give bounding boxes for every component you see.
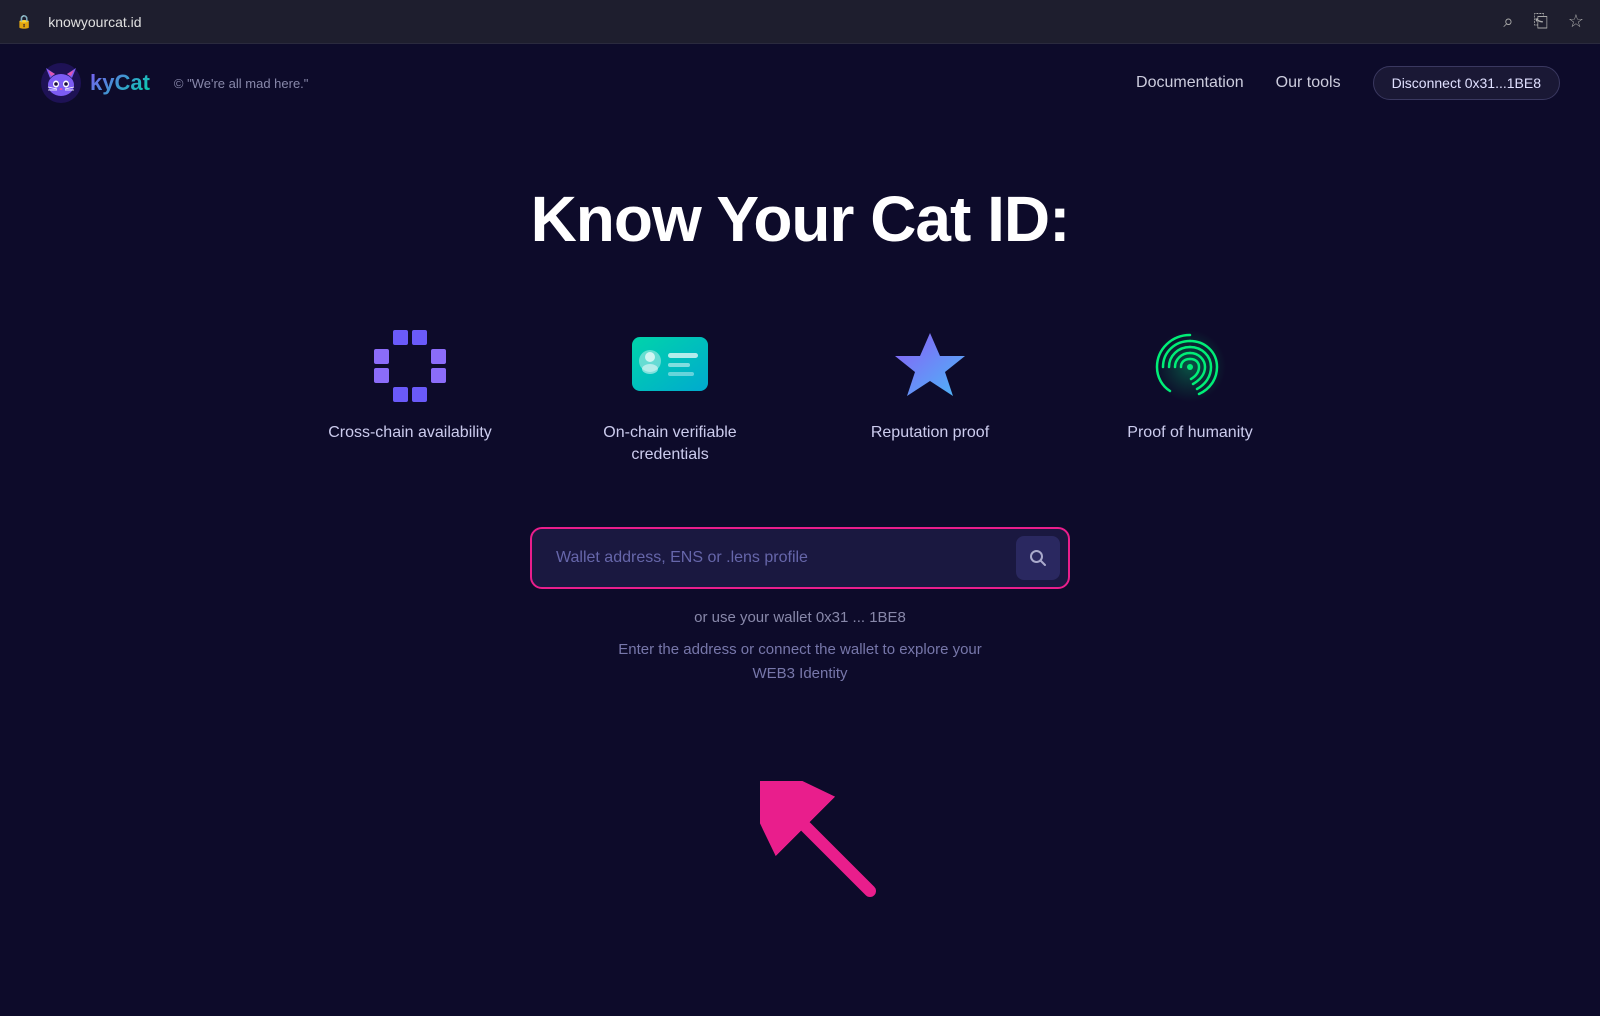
onchain-cred-icon — [630, 335, 710, 393]
grid-cell — [412, 387, 427, 402]
hero-title: Know Your Cat ID: — [531, 182, 1070, 256]
browser-chrome: 🔒 knowyourcat.id ⌕ ⎗ ☆ — [0, 0, 1600, 44]
humanity-icon — [1153, 329, 1227, 403]
browser-search-icon[interactable]: ⌕ — [1503, 11, 1513, 32]
grid-cell — [431, 349, 446, 364]
nav-tagline: © "We're all mad here." — [174, 76, 309, 91]
arrow-icon — [760, 781, 890, 911]
our-tools-link[interactable]: Our tools — [1276, 74, 1341, 92]
grid-cell — [374, 330, 389, 345]
grid-cell — [431, 387, 446, 402]
reputation-label: Reputation proof — [871, 422, 989, 444]
grid-cell — [412, 349, 427, 364]
disconnect-button[interactable]: Disconnect 0x31...1BE8 — [1373, 66, 1560, 100]
logo-area: kyCat © "We're all mad here." — [40, 62, 308, 104]
wallet-hint: or use your wallet 0x31 ... 1BE8 — [694, 609, 906, 626]
cross-chain-label: Cross-chain availability — [328, 422, 492, 444]
logo-text: kyCat — [90, 70, 150, 96]
feature-humanity: Proof of humanity — [1100, 326, 1280, 444]
grid-cell — [374, 387, 389, 402]
search-button[interactable] — [1016, 536, 1060, 580]
onchain-cred-icon-wrap — [630, 326, 710, 406]
grid-cell — [412, 330, 427, 345]
site-content: kyCat © "We're all mad here." Documentat… — [0, 44, 1600, 1016]
documentation-link[interactable]: Documentation — [1136, 74, 1244, 92]
reputation-icon — [891, 328, 969, 404]
main-content: Know Your Cat ID: — [0, 122, 1600, 686]
browser-bookmark-icon[interactable]: ☆ — [1568, 11, 1584, 32]
grid-cell — [393, 368, 408, 383]
grid-cell — [393, 387, 408, 402]
wallet-hint-text: or use your wallet 0x31 ... 1BE8 — [694, 609, 906, 626]
search-input[interactable] — [530, 527, 1070, 589]
lock-icon: 🔒 — [16, 14, 32, 30]
cross-chain-icon — [374, 330, 446, 402]
logo-icon — [40, 62, 82, 104]
nav-links: Documentation Our tools Disconnect 0x31.… — [1136, 66, 1560, 100]
reputation-icon-wrap — [890, 326, 970, 406]
feature-reputation: Reputation proof — [840, 326, 1020, 444]
humanity-icon-wrap — [1150, 326, 1230, 406]
grid-cell — [374, 368, 389, 383]
grid-cell — [393, 330, 408, 345]
onchain-cred-label: On-chain verifiable credentials — [580, 422, 760, 467]
grid-cell — [393, 349, 408, 364]
navbar: kyCat © "We're all mad here." Documentat… — [0, 44, 1600, 122]
features-row: Cross-chain availability — [320, 326, 1280, 467]
feature-cross-chain: Cross-chain availability — [320, 326, 500, 444]
grid-cell — [412, 368, 427, 383]
arrow-container — [760, 781, 890, 916]
browser-share-icon[interactable]: ⎗ — [1533, 11, 1547, 32]
search-icon — [1028, 548, 1048, 568]
search-container — [530, 527, 1070, 589]
browser-url: knowyourcat.id — [48, 14, 141, 30]
grid-cell — [431, 330, 446, 345]
grid-cell — [431, 368, 446, 383]
browser-actions: ⌕ ⎗ ☆ — [1503, 11, 1584, 32]
humanity-label: Proof of humanity — [1127, 422, 1252, 444]
cross-chain-icon-wrap — [370, 326, 450, 406]
grid-cell — [374, 349, 389, 364]
instruction-text: Enter the address or connect the wallet … — [610, 638, 990, 686]
feature-onchain-cred: On-chain verifiable credentials — [580, 326, 760, 467]
